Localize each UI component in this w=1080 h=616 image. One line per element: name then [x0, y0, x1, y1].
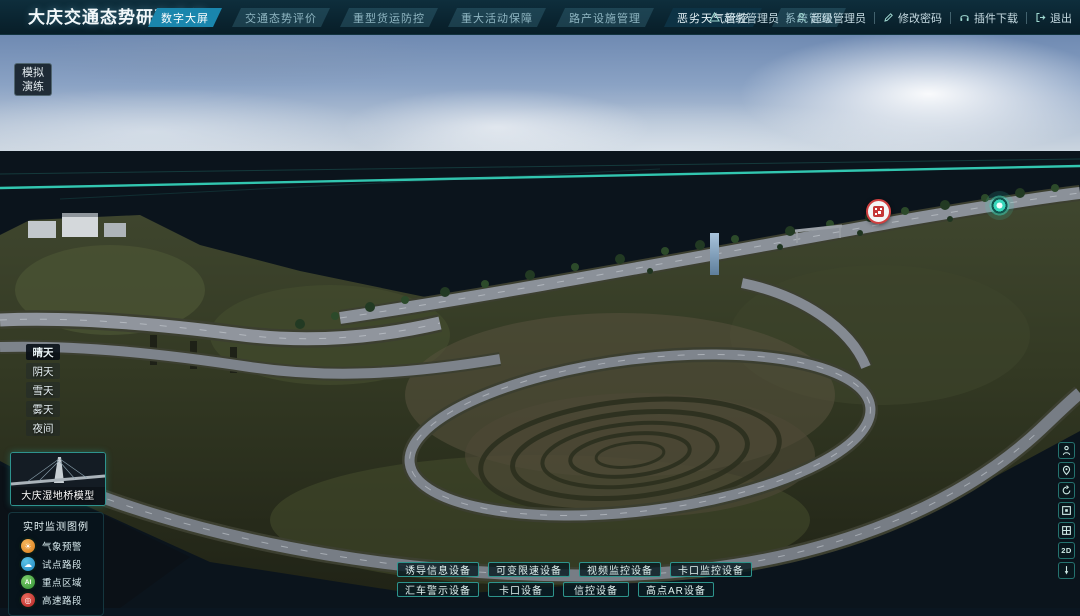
bridge-model-label: 大庆湿地桥模型: [11, 487, 105, 502]
tab-event-support[interactable]: 重大活动保障: [448, 8, 546, 27]
legend-panel: 实时监测图例 ☀ 气象预警 ☁ 试点路段 AI 重点区域 ◎ 高速路段: [8, 512, 104, 616]
map-3d-view[interactable]: [0, 35, 1080, 608]
device-filter-buttons: 诱导信息设备 可变限速设备 视频监控设备 卡口监控设备 汇车警示设备 卡口设备 …: [397, 562, 752, 597]
tab-truck-control[interactable]: 重型货运防控: [340, 8, 438, 27]
legend-title: 实时监测图例: [9, 518, 103, 533]
guidance-info-device-button[interactable]: 诱导信息设备: [397, 562, 479, 577]
simulation-drill-button[interactable]: 模拟 演练: [14, 63, 52, 96]
divider: [874, 12, 875, 24]
weather-fog[interactable]: 雾天: [26, 401, 60, 417]
weather-cloudy[interactable]: 阴天: [26, 363, 60, 379]
plugin-download-label: 插件下载: [974, 10, 1018, 26]
user-name-label: 超级管理员: [811, 10, 866, 26]
camera-marker[interactable]: [985, 191, 1014, 220]
divider: [950, 12, 951, 24]
checkpoint-monitor-device-button[interactable]: 卡口监控设备: [670, 562, 752, 577]
signal-control-device-button[interactable]: 信控设备: [563, 582, 629, 597]
rotate-icon: [1061, 485, 1072, 496]
highway-section-icon: ◎: [21, 593, 35, 607]
bridge-model-card[interactable]: 大庆湿地桥模型: [10, 452, 106, 506]
divider: [787, 12, 788, 24]
change-password-button[interactable]: 修改密码: [883, 10, 942, 26]
grid-layout-icon: [1061, 525, 1072, 536]
device-row-2: 汇车警示设备 卡口设备 信控设备 高点AR设备: [397, 582, 752, 597]
weather-night[interactable]: 夜间: [26, 420, 60, 436]
legend-item-key-area: AI 重点区域: [9, 573, 103, 591]
headset-download-icon: [959, 12, 970, 23]
sim-label-line1: 模拟: [15, 66, 51, 80]
drop-pin-icon: [1061, 565, 1072, 576]
drop-pin-button[interactable]: [1058, 562, 1075, 579]
role-selector[interactable]: 超级管理员: [709, 10, 779, 26]
divider: [1026, 12, 1027, 24]
person-icon: [1061, 445, 1072, 456]
view-2d-label: 2D: [1061, 546, 1072, 555]
sim-label-line2: 演练: [15, 80, 51, 94]
tab-digital-screen[interactable]: 数字大屏: [148, 8, 222, 27]
focus-square-icon: [1061, 505, 1072, 516]
key-area-ai-icon: AI: [21, 575, 35, 589]
weather-mode-list: 晴天 阴天 雪天 雾天 夜间: [26, 344, 60, 439]
focus-model-button[interactable]: [1058, 502, 1075, 519]
device-row-1: 诱导信息设备 可变限速设备 视频监控设备 卡口监控设备: [397, 562, 752, 577]
toggle-2d-button[interactable]: 2D: [1058, 542, 1075, 559]
legend-item-weather-warning: ☀ 气象预警: [9, 537, 103, 555]
logout-label: 退出: [1050, 10, 1072, 26]
header-bar: 大庆交通态势研判系统 数字大屏 交通态势评价 重型货运防控 重大活动保障 路产设…: [0, 0, 1080, 35]
logout-button[interactable]: 退出: [1035, 10, 1072, 26]
weather-sunny[interactable]: 晴天: [26, 344, 60, 360]
high-point-ar-device-button[interactable]: 高点AR设备: [638, 582, 714, 597]
change-password-label: 修改密码: [898, 10, 942, 26]
current-user[interactable]: 超级管理员: [796, 10, 866, 26]
locate-button[interactable]: [1058, 462, 1075, 479]
logout-icon: [1035, 12, 1046, 23]
map-scene: 模拟 演练 晴天 阴天 雪天 雾天 夜间 大庆湿地桥模型 实时监测: [0, 35, 1080, 608]
user-icon: [796, 12, 807, 23]
merge-warning-device-button[interactable]: 汇车警示设备: [397, 582, 479, 597]
tab-traffic-evaluation[interactable]: 交通态势评价: [232, 8, 330, 27]
reset-view-button[interactable]: [1058, 482, 1075, 499]
edit-pencil-icon: [883, 12, 894, 23]
map-toolbar: 2D: [1058, 442, 1075, 579]
tab-facility-management[interactable]: 路产设施管理: [556, 8, 654, 27]
checkpoint-sign-icon: [873, 206, 884, 217]
pilot-road-icon: ☁: [21, 557, 35, 571]
video-surveillance-device-button[interactable]: 视频监控设备: [579, 562, 661, 577]
role-label: 超级管理员: [724, 10, 779, 26]
variable-speed-device-button[interactable]: 可变限速设备: [488, 562, 570, 577]
plugin-download-button[interactable]: 插件下载: [959, 10, 1018, 26]
location-pin-icon: [1061, 465, 1072, 476]
legend-item-highway: ◎ 高速路段: [9, 591, 103, 609]
role-badge-icon: [709, 12, 720, 23]
user-menu: 超级管理员 超级管理员 修改密码 插件下载 退出: [709, 0, 1072, 35]
checkpoint-marker[interactable]: [866, 199, 891, 224]
weather-snow[interactable]: 雪天: [26, 382, 60, 398]
split-screen-button[interactable]: [1058, 522, 1075, 539]
legend-item-pilot-road: ☁ 试点路段: [9, 555, 103, 573]
blue-pillar: [710, 233, 719, 275]
checkpoint-device-button[interactable]: 卡口设备: [488, 582, 554, 597]
weather-warning-icon: ☀: [21, 539, 35, 553]
person-view-button[interactable]: [1058, 442, 1075, 459]
